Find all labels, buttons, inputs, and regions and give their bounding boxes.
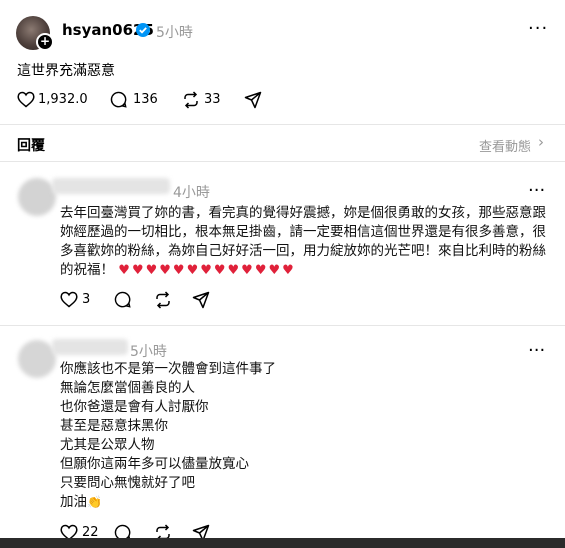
comment-line: 你應該也不是第一次體會到這件事了 — [60, 361, 276, 377]
more-options-icon[interactable]: ··· — [528, 18, 548, 39]
heart-emoji-row: ♥♥♥♥♥♥♥♥♥♥♥♥♥ — [118, 263, 296, 278]
comment-line: 也你爸還是會有人討厭你 — [60, 399, 209, 415]
like-icon[interactable] — [60, 291, 78, 308]
commenter-username[interactable] — [52, 178, 170, 194]
comment-icon[interactable] — [110, 91, 128, 109]
repost-count: 33 — [204, 92, 221, 107]
comment-line: 無論怎麼當個善良的人 — [60, 380, 195, 396]
comment-text: 你應該也不是第一次體會到這件事了 無論怎麼當個善良的人 也你爸還是會有人討厭你 … — [60, 360, 276, 512]
repost-icon[interactable] — [154, 291, 172, 309]
comment-text: 去年回臺灣買了妳的書，看完真的覺得好震撼，妳是個很勇敢的女孩，那些惡意跟妳經歷過… — [60, 204, 550, 280]
comment-line: 甚至是惡意抹黑你 — [60, 418, 168, 434]
comment-line-last: 加油👏 — [60, 493, 276, 512]
share-icon[interactable] — [192, 291, 210, 309]
comment-line: 尤其是公眾人物 — [60, 437, 155, 453]
comment-time: 5小時 — [130, 344, 167, 360]
more-options-icon[interactable]: ··· — [528, 180, 545, 201]
comment-count: 136 — [133, 92, 158, 107]
verified-badge-icon — [136, 23, 150, 37]
comment-line: 但願你這兩年多可以儘量放寬心 — [60, 456, 249, 472]
comment-line: 只要問心無愧就好了吧 — [60, 475, 195, 491]
repost-icon[interactable] — [182, 91, 200, 109]
commenter-username[interactable] — [52, 339, 128, 355]
clapping-hands-emoji: 👏 — [87, 495, 102, 509]
post-time: 5小時 — [156, 25, 193, 41]
replies-label: 回覆 — [17, 138, 45, 154]
like-icon[interactable] — [17, 91, 35, 108]
follow-plus-icon[interactable]: + — [36, 33, 54, 51]
bottom-bar — [0, 538, 565, 548]
like-count: 3 — [82, 292, 91, 307]
chevron-right-icon[interactable]: › — [538, 133, 544, 151]
comment-time: 4小時 — [173, 185, 210, 201]
like-count: 1,932.0 — [38, 92, 88, 107]
share-icon[interactable] — [244, 91, 262, 109]
divider — [0, 161, 565, 162]
commenter-avatar[interactable] — [18, 340, 56, 378]
divider — [0, 124, 565, 125]
commenter-avatar[interactable] — [18, 178, 56, 216]
more-options-icon[interactable]: ··· — [528, 340, 545, 361]
comment-icon[interactable] — [114, 291, 132, 309]
post-text: 這世界充滿惡意 — [17, 63, 115, 79]
view-activity-link[interactable]: 查看動態 — [479, 136, 531, 155]
divider — [0, 325, 565, 326]
comment-line: 加油 — [60, 494, 87, 510]
